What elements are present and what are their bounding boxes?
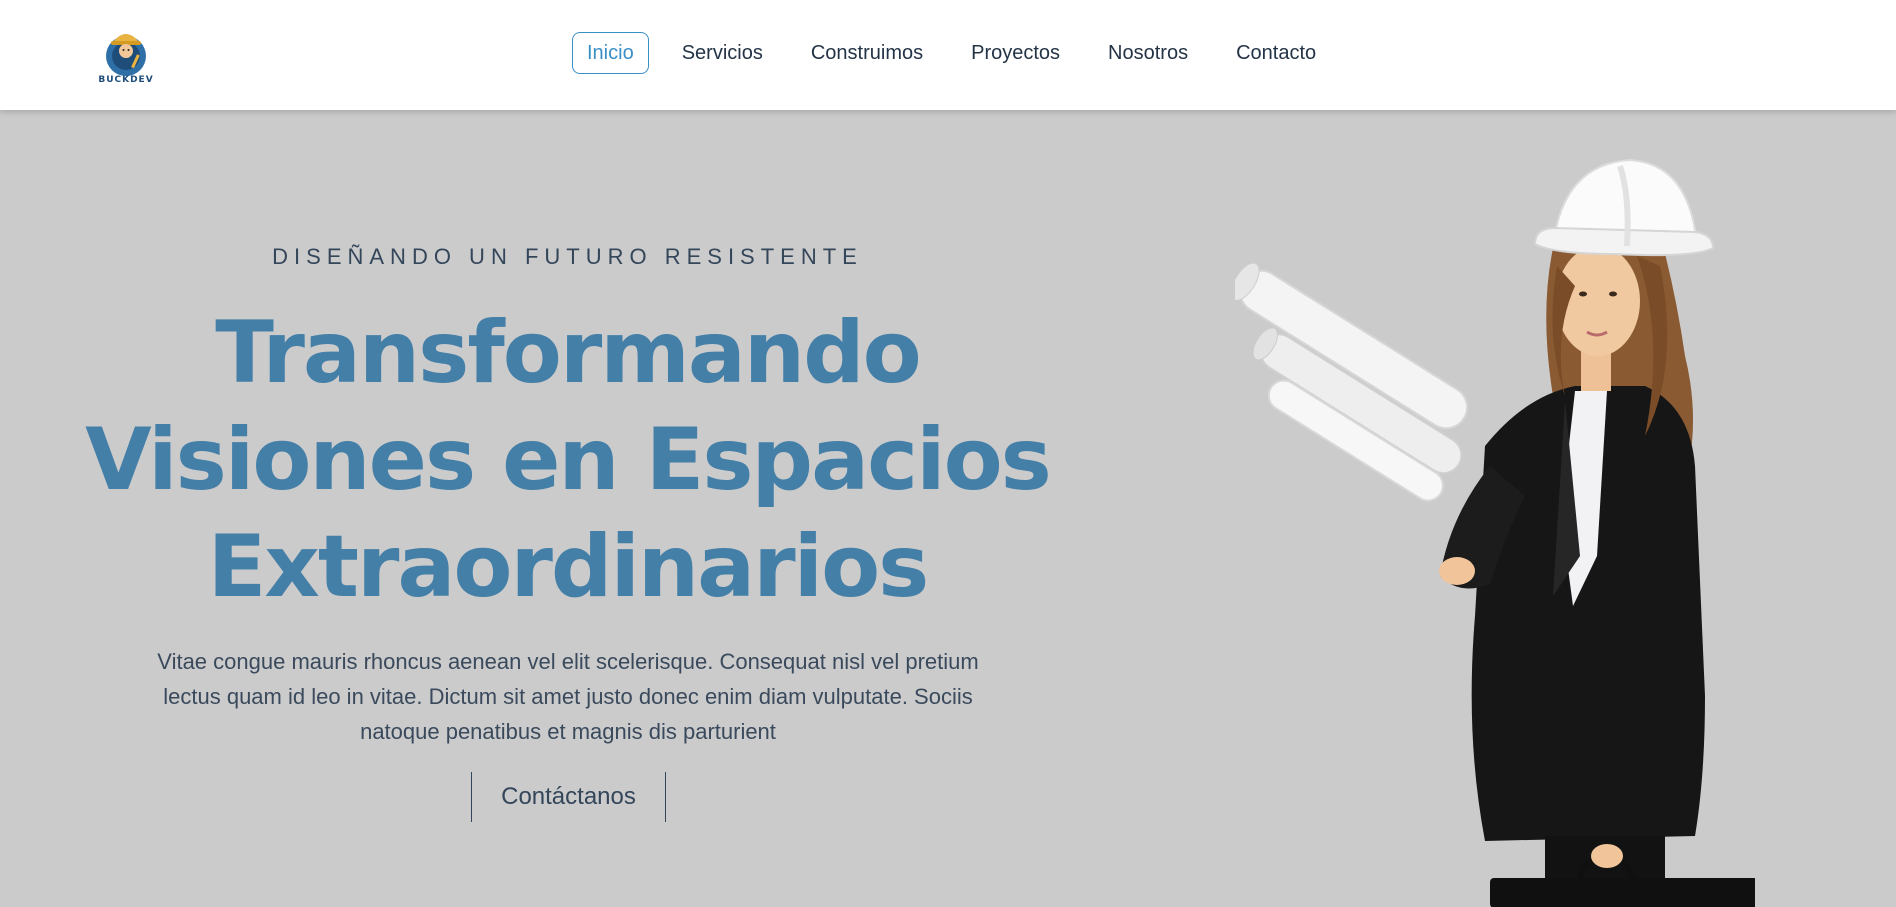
hero-headline-line-3: Extraordinarios: [207, 517, 930, 617]
logo-wordmark: BUCKDEV: [98, 75, 153, 84]
main-navigation: Inicio Servicios Construimos Proyectos N…: [572, 32, 1349, 74]
site-header: BUCKDEV Inicio Servicios Construimos Pro…: [0, 0, 1896, 110]
nav-item-servicios[interactable]: Servicios: [667, 32, 778, 74]
hero-headline: Transformando Visiones en Espacios Extra…: [80, 300, 1055, 621]
hero-lead-paragraph: Vitae congue mauris rhoncus aenean vel e…: [157, 649, 979, 744]
nav-item-inicio[interactable]: Inicio: [572, 32, 649, 74]
contact-cta-button[interactable]: Contáctanos: [471, 772, 666, 822]
nav-item-contacto[interactable]: Contacto: [1221, 32, 1331, 74]
hero-section: DISEÑANDO UN FUTURO RESISTENTE Transform…: [0, 110, 1896, 907]
nav-item-proyectos[interactable]: Proyectos: [956, 32, 1075, 74]
hero-eyebrow: DISEÑANDO UN FUTURO RESISTENTE: [272, 244, 863, 269]
hero-headline-line-2: Visiones en Espacios: [85, 410, 1052, 510]
engineer-woman-image: [1230, 136, 1760, 907]
nav-item-construimos[interactable]: Construimos: [796, 32, 938, 74]
hero-headline-line-1: Transformando: [215, 303, 922, 403]
brand-logo-icon[interactable]: BUCKDEV: [94, 20, 158, 85]
nav-item-nosotros[interactable]: Nosotros: [1093, 32, 1203, 74]
